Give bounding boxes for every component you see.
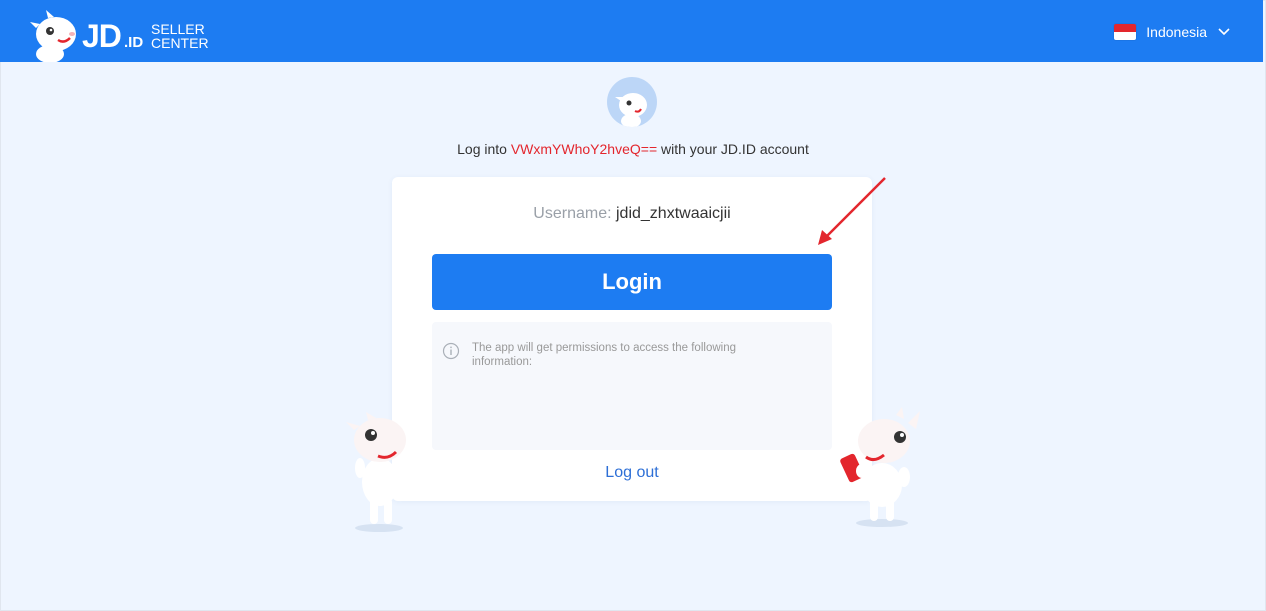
app-avatar xyxy=(607,77,657,127)
info-icon xyxy=(442,342,460,360)
jd-seller-center-logo[interactable]: JD .ID SELLER CENTER xyxy=(28,8,228,62)
mascot-right-illustration xyxy=(840,407,920,527)
username-row: Username: jdid_zhxtwaaicjii xyxy=(392,205,872,223)
permissions-box: The app will get permissions to access t… xyxy=(432,322,832,450)
logo-seller-text: SELLER xyxy=(151,21,205,37)
logout-link[interactable]: Log out xyxy=(392,464,872,482)
login-intro-text: Log into VWxmYWhoY2hveQ== with your JD.I… xyxy=(0,141,1266,157)
logo-jd-text: JD xyxy=(82,18,122,54)
permissions-text: The app will get permissions to access t… xyxy=(472,342,736,368)
mascot-left-illustration xyxy=(346,412,406,532)
language-selector[interactable]: Indonesia xyxy=(1114,20,1231,44)
intro-prefix: Log into xyxy=(457,141,511,157)
red-arrow-annotation-icon xyxy=(818,177,886,245)
top-navigation-bar: JD .ID SELLER CENTER Indonesia xyxy=(0,0,1263,62)
language-label: Indonesia xyxy=(1146,24,1207,40)
indonesia-flag-icon xyxy=(1114,24,1137,40)
logo-id-text: .ID xyxy=(124,34,144,51)
jd-mascot-logo-icon xyxy=(30,10,76,62)
logo-center-text: CENTER xyxy=(151,35,209,51)
mascot-avatar-icon xyxy=(615,93,647,127)
app-name: VWxmYWhoY2hveQ== xyxy=(510,141,658,157)
intro-suffix: with your JD.ID account xyxy=(657,141,809,157)
username-value: jdid_zhxtwaaicjii xyxy=(615,205,731,222)
login-button[interactable]: Login xyxy=(432,254,832,310)
chevron-down-icon xyxy=(1218,28,1230,36)
login-card: Username: jdid_zhxtwaaicjii Login The ap… xyxy=(392,177,872,501)
username-label: Username: xyxy=(533,205,616,222)
